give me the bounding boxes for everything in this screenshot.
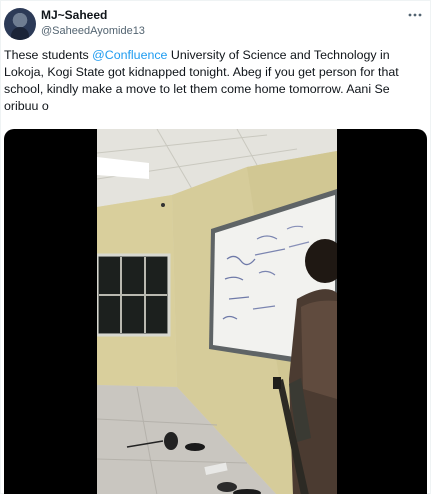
more-horizontal-icon [408,13,422,17]
author-handle[interactable]: @SaheedAyomide13 [41,24,145,38]
tweet-text: These students @Confluence University of… [4,47,422,115]
tweet-header: MJ~Saheed @SaheedAyomide13 [1,1,431,45]
more-options-button[interactable] [406,7,424,23]
video-frame[interactable] [97,129,337,494]
tweet-card: MJ~Saheed @SaheedAyomide13 These student… [0,0,431,494]
tweet-text-start: These students [4,48,93,62]
avatar[interactable] [4,8,36,40]
video-player[interactable] [4,129,427,494]
author-names: MJ~Saheed @SaheedAyomide13 [41,8,145,38]
classroom-scene [97,129,337,494]
mention-link[interactable]: @Confluence [92,48,167,62]
avatar-silhouette [11,27,29,40]
author-display-name[interactable]: MJ~Saheed [41,8,145,22]
